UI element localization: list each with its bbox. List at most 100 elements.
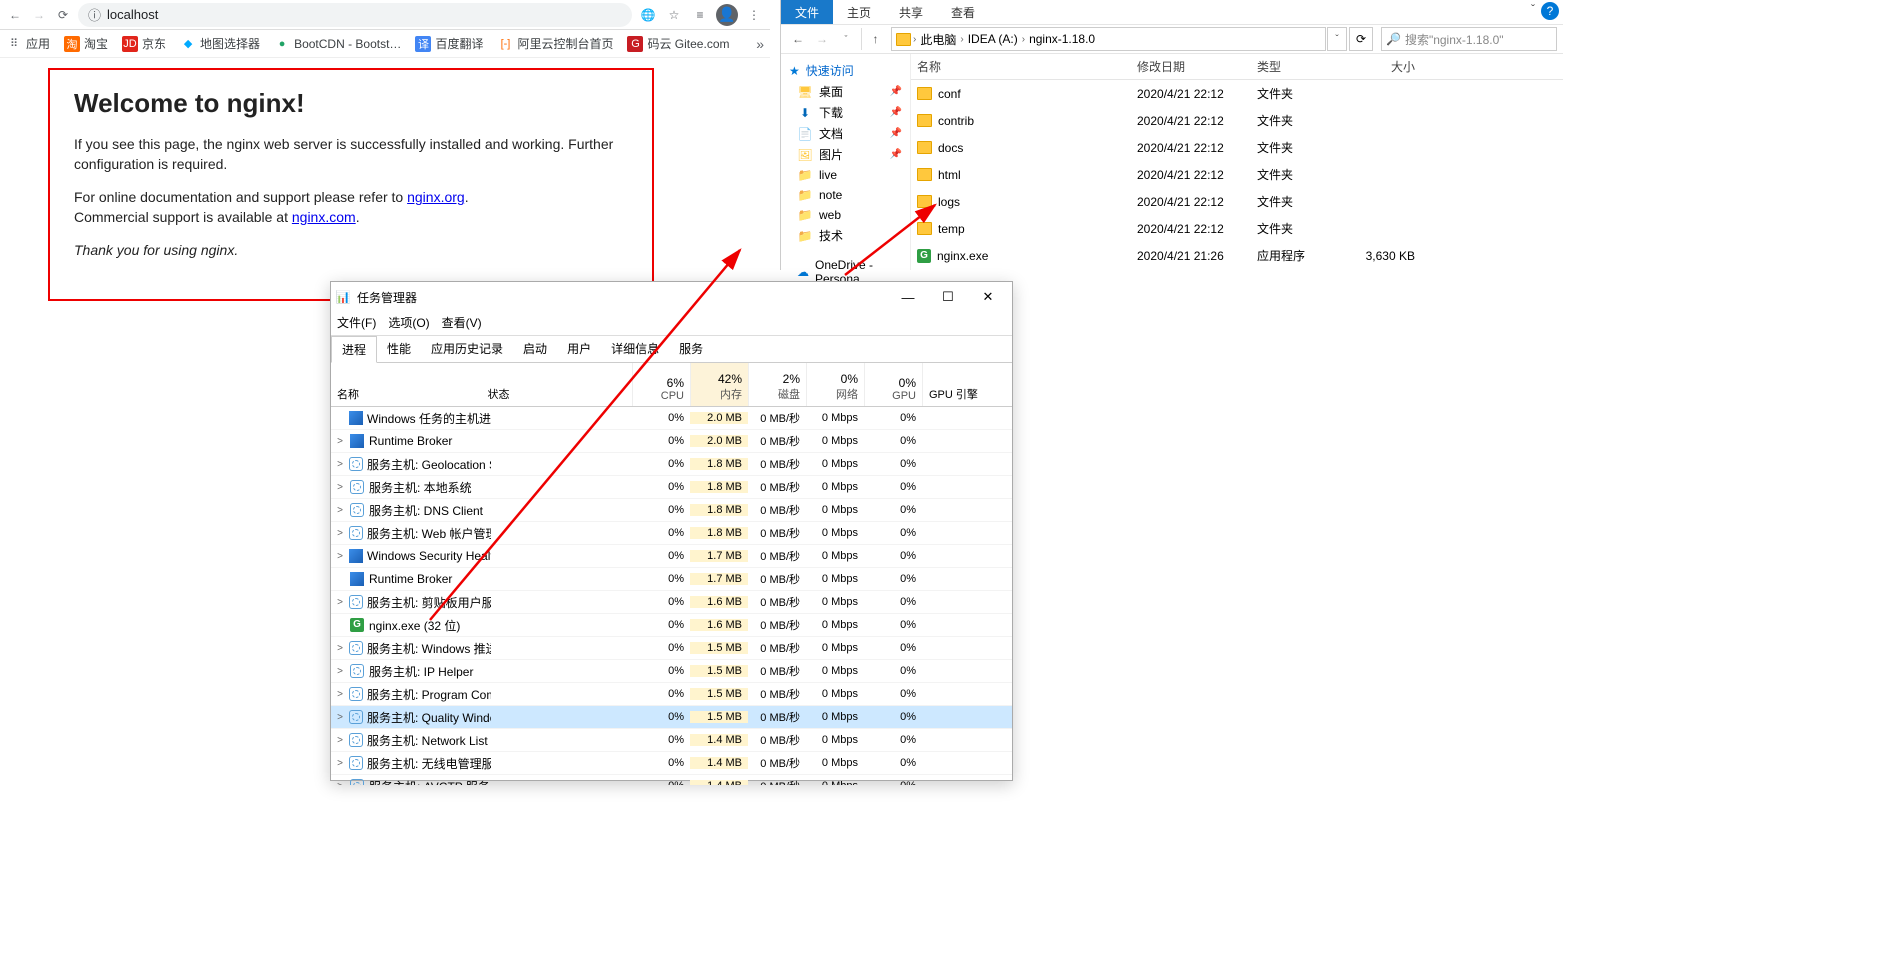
search-box[interactable]: 🔍 搜索"nginx-1.18.0" [1381, 27, 1557, 51]
expand-icon[interactable]: > [331, 597, 349, 608]
col-date[interactable]: 修改日期 [1131, 54, 1251, 79]
process-row[interactable]: >Runtime Broker0%2.0 MB0 MB/秒0 Mbps0% [331, 430, 1012, 453]
process-row[interactable]: Runtime Broker0%1.7 MB0 MB/秒0 Mbps0% [331, 568, 1012, 591]
col-name[interactable]: 名称 [331, 363, 482, 406]
col-type[interactable]: 类型 [1251, 54, 1351, 79]
ribbon-tab[interactable]: 文件 [781, 0, 833, 24]
profile-icon[interactable]: 👤 [716, 4, 738, 26]
menu-item[interactable]: 查看(V) [442, 314, 482, 331]
tree-item[interactable]: 🖥桌面📌 [781, 81, 910, 102]
tree-item[interactable]: 📁web [781, 205, 910, 225]
bookmark-item[interactable]: G码云 Gitee.com [627, 35, 729, 52]
address-bar[interactable]: ⓘ localhost [78, 3, 632, 27]
expand-icon[interactable]: > [331, 712, 349, 723]
nav-back-icon[interactable]: ← [787, 28, 809, 50]
col-status[interactable]: 状态 [482, 363, 633, 406]
tree-item[interactable]: 📁技术 [781, 225, 910, 246]
col-cpu[interactable]: 6%CPU [632, 363, 690, 406]
file-row[interactable]: html2020/4/21 22:12文件夹 [911, 161, 1563, 188]
star-icon[interactable]: ☆ [664, 5, 684, 25]
reload-icon[interactable]: ⟳ [54, 6, 72, 24]
nav-recent-icon[interactable]: ˇ [835, 28, 857, 50]
process-row[interactable]: >Windows Security Health Ser…0%1.7 MB0 M… [331, 545, 1012, 568]
process-row[interactable]: >服务主机: 剪贴板用户服务_877…0%1.6 MB0 MB/秒0 Mbps0… [331, 591, 1012, 614]
file-row[interactable]: conf2020/4/21 22:12文件夹 [911, 80, 1563, 107]
help-icon[interactable]: ? [1541, 2, 1559, 20]
process-row[interactable]: >服务主机: Network List Service0%1.4 MB0 MB/… [331, 729, 1012, 752]
process-row[interactable]: >服务主机: Windows 推送通知…0%1.5 MB0 MB/秒0 Mbps… [331, 637, 1012, 660]
tm-titlebar[interactable]: 📊 任务管理器 — ☐ ✕ [331, 282, 1012, 312]
ribbon-tab[interactable]: 主页 [833, 0, 885, 24]
col-mem[interactable]: 42%内存 [690, 363, 748, 406]
menu-icon[interactable]: ⋮ [744, 5, 764, 25]
path-dropdown-icon[interactable]: ˇ [1327, 27, 1347, 51]
expand-icon[interactable]: > [331, 643, 349, 654]
tm-tab[interactable]: 性能 [377, 336, 421, 362]
process-row[interactable]: Windows 任务的主机进程0%2.0 MB0 MB/秒0 Mbps0% [331, 407, 1012, 430]
file-row[interactable]: logs2020/4/21 22:12文件夹 [911, 188, 1563, 215]
tree-item[interactable]: 📄文档📌 [781, 123, 910, 144]
bookmark-item[interactable]: [-]阿里云控制台首页 [497, 35, 613, 52]
bookmark-item[interactable]: ●BootCDN - Bootst… [274, 36, 401, 52]
tm-tab[interactable]: 服务 [669, 336, 713, 362]
bookmark-item[interactable]: JD京东 [122, 35, 166, 52]
process-row[interactable]: >服务主机: Quality Windows A…0%1.5 MB0 MB/秒0… [331, 706, 1012, 729]
file-row[interactable]: temp2020/4/21 22:12文件夹 [911, 215, 1563, 242]
bookmark-item[interactable]: 译百度翻译 [415, 35, 483, 52]
tree-item[interactable]: ⬇下载📌 [781, 102, 910, 123]
tm-tab[interactable]: 进程 [331, 336, 377, 363]
expand-icon[interactable]: > [331, 551, 349, 562]
tm-tab[interactable]: 详细信息 [601, 336, 669, 362]
path-bar[interactable]: › 此电脑›IDEA (A:)›nginx-1.18.0 [891, 27, 1326, 51]
bookmark-item[interactable]: ◆地图选择器 [180, 35, 260, 52]
process-row[interactable]: >服务主机: AVCTP 服务0%1.4 MB0 MB/秒0 Mbps0% [331, 775, 1012, 785]
list-header[interactable]: 名称 修改日期 类型 大小 [911, 54, 1563, 80]
refresh-icon[interactable]: ⟳ [1349, 27, 1373, 51]
tree-item[interactable]: 🖼图片📌 [781, 144, 910, 165]
ribbon-minimize-icon[interactable]: ˇ [1531, 2, 1535, 16]
file-row[interactable]: contrib2020/4/21 22:12文件夹 [911, 107, 1563, 134]
nginx-com-link[interactable]: nginx.com [292, 209, 356, 225]
quick-access[interactable]: ★快速访问 [781, 60, 910, 81]
path-segment[interactable]: 此电脑 [918, 31, 958, 48]
bookmark-item[interactable]: 淘淘宝 [64, 35, 108, 52]
expand-icon[interactable]: > [331, 781, 349, 786]
process-row[interactable]: >服务主机: Geolocation Service0%1.8 MB0 MB/秒… [331, 453, 1012, 476]
process-row[interactable]: >服务主机: Web 帐户管理器0%1.8 MB0 MB/秒0 Mbps0% [331, 522, 1012, 545]
col-size[interactable]: 大小 [1351, 54, 1431, 79]
col-net[interactable]: 0%网络 [806, 363, 864, 406]
col-gpu[interactable]: 0%GPU [864, 363, 922, 406]
process-row[interactable]: >服务主机: 本地系统0%1.8 MB0 MB/秒0 Mbps0% [331, 476, 1012, 499]
reading-list-icon[interactable]: ≡ [690, 5, 710, 25]
expand-icon[interactable]: > [331, 505, 349, 516]
tree-item[interactable]: 📁note [781, 185, 910, 205]
nginx-org-link[interactable]: nginx.org [407, 189, 465, 205]
col-disk[interactable]: 2%磁盘 [748, 363, 806, 406]
expand-icon[interactable]: > [331, 735, 349, 746]
nav-fwd-icon[interactable]: → [811, 28, 833, 50]
path-segment[interactable]: IDEA (A:) [966, 32, 1020, 46]
path-segment[interactable]: nginx-1.18.0 [1027, 32, 1097, 46]
ribbon-tab[interactable]: 查看 [937, 0, 989, 24]
bookmarks-overflow-icon[interactable]: » [756, 36, 764, 52]
ribbon-tab[interactable]: 共享 [885, 0, 937, 24]
process-row[interactable]: >服务主机: Program Compatib…0%1.5 MB0 MB/秒0 … [331, 683, 1012, 706]
tree-item[interactable]: 📁live [781, 165, 910, 185]
bookmark-item[interactable]: ⠿应用 [6, 35, 50, 52]
translate-icon[interactable]: 🌐 [638, 5, 658, 25]
col-gpu-engine[interactable]: GPU 引擎 [922, 363, 1012, 406]
maximize-button[interactable]: ☐ [928, 283, 968, 311]
expand-icon[interactable]: > [331, 689, 349, 700]
process-row[interactable]: Gnginx.exe (32 位)0%1.6 MB0 MB/秒0 Mbps0% [331, 614, 1012, 637]
forward-icon[interactable]: → [30, 6, 48, 24]
expand-icon[interactable]: > [331, 436, 349, 447]
back-icon[interactable]: ← [6, 6, 24, 24]
expand-icon[interactable]: > [331, 666, 349, 677]
col-name[interactable]: 名称 [911, 54, 1131, 79]
process-row[interactable]: >服务主机: IP Helper0%1.5 MB0 MB/秒0 Mbps0% [331, 660, 1012, 683]
expand-icon[interactable]: > [331, 758, 349, 769]
minimize-button[interactable]: — [888, 283, 928, 311]
file-row[interactable]: Gnginx.exe2020/4/21 21:26应用程序3,630 KB [911, 242, 1563, 269]
expand-icon[interactable]: > [331, 482, 349, 493]
tm-tab[interactable]: 启动 [513, 336, 557, 362]
